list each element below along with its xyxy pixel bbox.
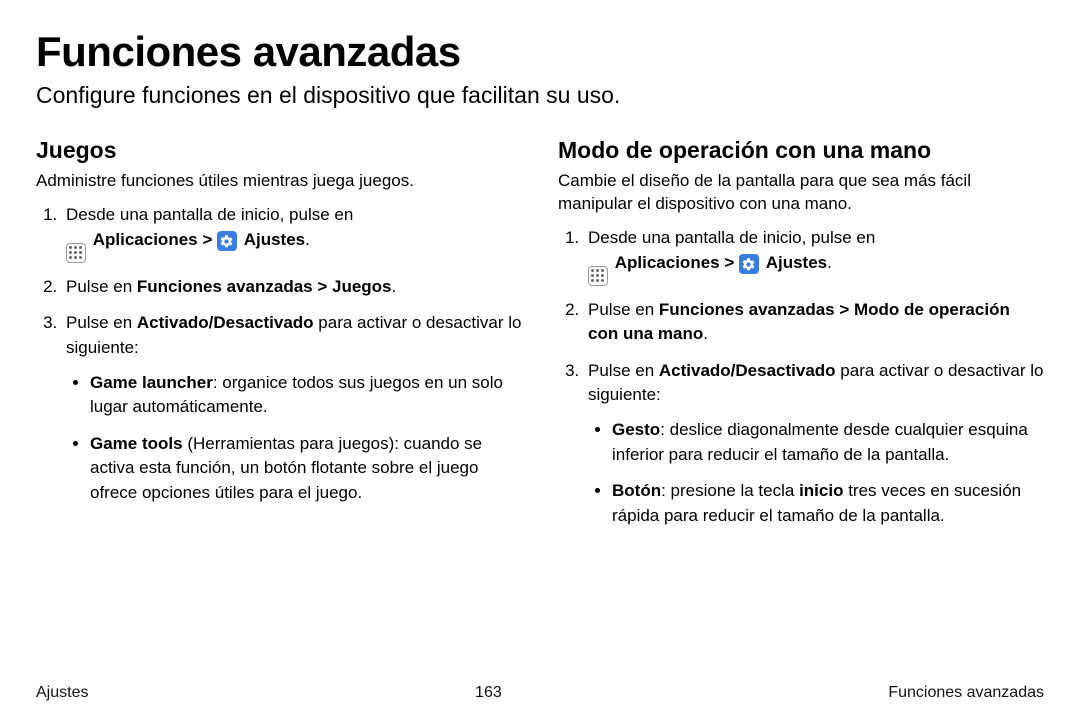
list-item: Pulse en Funciones avanzadas > Juegos.: [62, 275, 522, 300]
apps-icon: [66, 243, 86, 263]
sub-bullets-onehand: Gesto: deslice diagonalmente desde cualq…: [588, 418, 1044, 529]
footer-left: Ajustes: [36, 684, 88, 702]
column-right: Modo de operación con una mano Cambie el…: [558, 137, 1044, 541]
settings-icon: [739, 254, 759, 274]
footer-right: Funciones avanzadas: [888, 684, 1044, 702]
settings-icon: [217, 231, 237, 251]
settings-label: Ajustes: [244, 230, 305, 249]
bullet-term: Gesto: [612, 420, 660, 439]
list-item: Desde una pantalla de inicio, pulse en A…: [584, 226, 1044, 286]
step-text: Pulse en: [588, 361, 659, 380]
section-heading-onehand: Modo de operación con una mano: [558, 137, 1044, 164]
arrow: >: [720, 253, 739, 272]
list-item: Desde una pantalla de inicio, pulse en A…: [62, 203, 522, 263]
list-item: Pulse en Activado/Desactivado para activ…: [62, 311, 522, 505]
list-item: Game tools (Herramientas para juegos): c…: [90, 432, 522, 506]
step-text-bold: Activado/Desactivado: [137, 313, 314, 332]
step-text: Pulse en: [66, 277, 137, 296]
step-text: .: [392, 277, 397, 296]
section-intro-onehand: Cambie el diseño de la pantalla para que…: [558, 170, 1044, 216]
section-heading-games: Juegos: [36, 137, 522, 164]
bullet-term: Game tools: [90, 434, 183, 453]
step-text: Desde una pantalla de inicio, pulse en: [588, 228, 875, 247]
list-item: Gesto: deslice diagonalmente desde cualq…: [612, 418, 1044, 467]
period: .: [305, 230, 310, 249]
column-left: Juegos Administre funciones útiles mient…: [36, 137, 522, 541]
apps-label: Aplicaciones: [615, 253, 720, 272]
manual-page: Funciones avanzadas Configure funciones …: [0, 0, 1080, 720]
list-item: Pulse en Funciones avanzadas > Modo de o…: [584, 298, 1044, 347]
step-text-bold: Activado/Desactivado: [659, 361, 836, 380]
list-item: Botón: presione la tecla inicio tres vec…: [612, 479, 1044, 528]
bullet-text: : deslice diagonalmente desde cualquier …: [612, 420, 1028, 464]
steps-list-onehand: Desde una pantalla de inicio, pulse en A…: [558, 226, 1044, 529]
sub-bullets-games: Game launcher: organice todos sus juegos…: [66, 371, 522, 506]
period: .: [827, 253, 832, 272]
steps-list-games: Desde una pantalla de inicio, pulse en A…: [36, 203, 522, 506]
step-text: .: [703, 324, 708, 343]
list-item: Pulse en Activado/Desactivado para activ…: [584, 359, 1044, 529]
list-item: Game launcher: organice todos sus juegos…: [90, 371, 522, 420]
arrow: >: [198, 230, 217, 249]
page-title: Funciones avanzadas: [36, 28, 1044, 76]
page-footer: Ajustes 163 Funciones avanzadas: [36, 684, 1044, 702]
step-text-bold: Funciones avanzadas > Juegos: [137, 277, 392, 296]
apps-label: Aplicaciones: [93, 230, 198, 249]
footer-page-number: 163: [475, 684, 502, 702]
bullet-text: : presione la tecla: [661, 481, 799, 500]
content-columns: Juegos Administre funciones útiles mient…: [36, 137, 1044, 541]
page-subtitle: Configure funciones en el dispositivo qu…: [36, 82, 1044, 109]
bullet-term: Game launcher: [90, 373, 213, 392]
apps-icon: [588, 266, 608, 286]
bullet-term: Botón: [612, 481, 661, 500]
step-text: Pulse en: [66, 313, 137, 332]
step-text: Pulse en: [588, 300, 659, 319]
settings-label: Ajustes: [766, 253, 827, 272]
section-intro-games: Administre funciones útiles mientras jue…: [36, 170, 522, 193]
step-text: Desde una pantalla de inicio, pulse en: [66, 205, 353, 224]
bullet-term-inline: inicio: [799, 481, 843, 500]
